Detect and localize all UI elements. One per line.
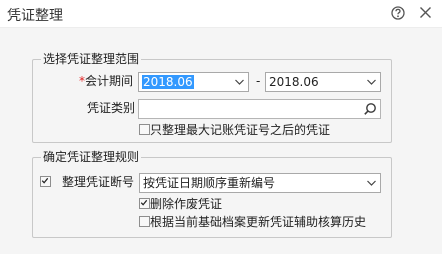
break-number-label: 整理凭证断号	[62, 175, 135, 189]
close-icon[interactable]	[419, 6, 432, 19]
break-option-select[interactable]: 按凭证日期顺序重新编号	[139, 173, 381, 193]
chevron-down-icon[interactable]	[366, 177, 377, 189]
period-label: *会计期间	[79, 74, 133, 88]
checkmark-icon	[140, 199, 148, 206]
update-aux-label: 根据当前基础档案更新凭证辅助核算历史	[150, 215, 367, 229]
break-number-checkbox[interactable]	[40, 176, 51, 187]
help-icon[interactable]	[391, 6, 405, 20]
period-to-select[interactable]: 2018.06	[265, 72, 381, 92]
title-bar: 凭证整理	[0, 0, 442, 27]
update-aux-checkbox[interactable]	[139, 216, 150, 227]
delete-void-label: 删除作废凭证	[150, 197, 223, 211]
window-title: 凭证整理	[7, 8, 63, 24]
range-group: 选择凭证整理范围 *会计期间 2018.06 - 2018.06 凭证类别 只整…	[32, 52, 392, 143]
delete-void-checkbox[interactable]	[139, 198, 150, 209]
category-label: 凭证类别	[87, 101, 136, 115]
chevron-down-icon[interactable]	[234, 76, 245, 88]
range-group-title: 选择凭证整理范围	[41, 52, 142, 66]
chevron-down-icon[interactable]	[366, 76, 377, 88]
period-to-value: 2018.06	[269, 75, 319, 89]
rule-group-title: 确定凭证整理规则	[41, 150, 142, 164]
only-after-max-label: 只整理最大记账凭证号之后的凭证	[150, 123, 331, 137]
period-from-value: 2018.06	[142, 75, 194, 89]
checkmark-icon	[41, 177, 49, 184]
rule-group: 确定凭证整理规则 整理凭证断号 按凭证日期顺序重新编号 删除作废凭证 根据当前基…	[32, 150, 392, 238]
dialog-body: 选择凭证整理范围 *会计期间 2018.06 - 2018.06 凭证类别 只整…	[0, 28, 442, 254]
period-label-text: 会计期间	[85, 74, 134, 88]
break-option-value: 按凭证日期顺序重新编号	[143, 176, 276, 190]
only-after-max-checkbox[interactable]	[139, 124, 150, 135]
search-icon[interactable]	[363, 102, 377, 116]
period-from-select[interactable]: 2018.06	[138, 72, 249, 92]
period-separator: -	[256, 74, 261, 88]
category-input[interactable]	[138, 99, 381, 119]
